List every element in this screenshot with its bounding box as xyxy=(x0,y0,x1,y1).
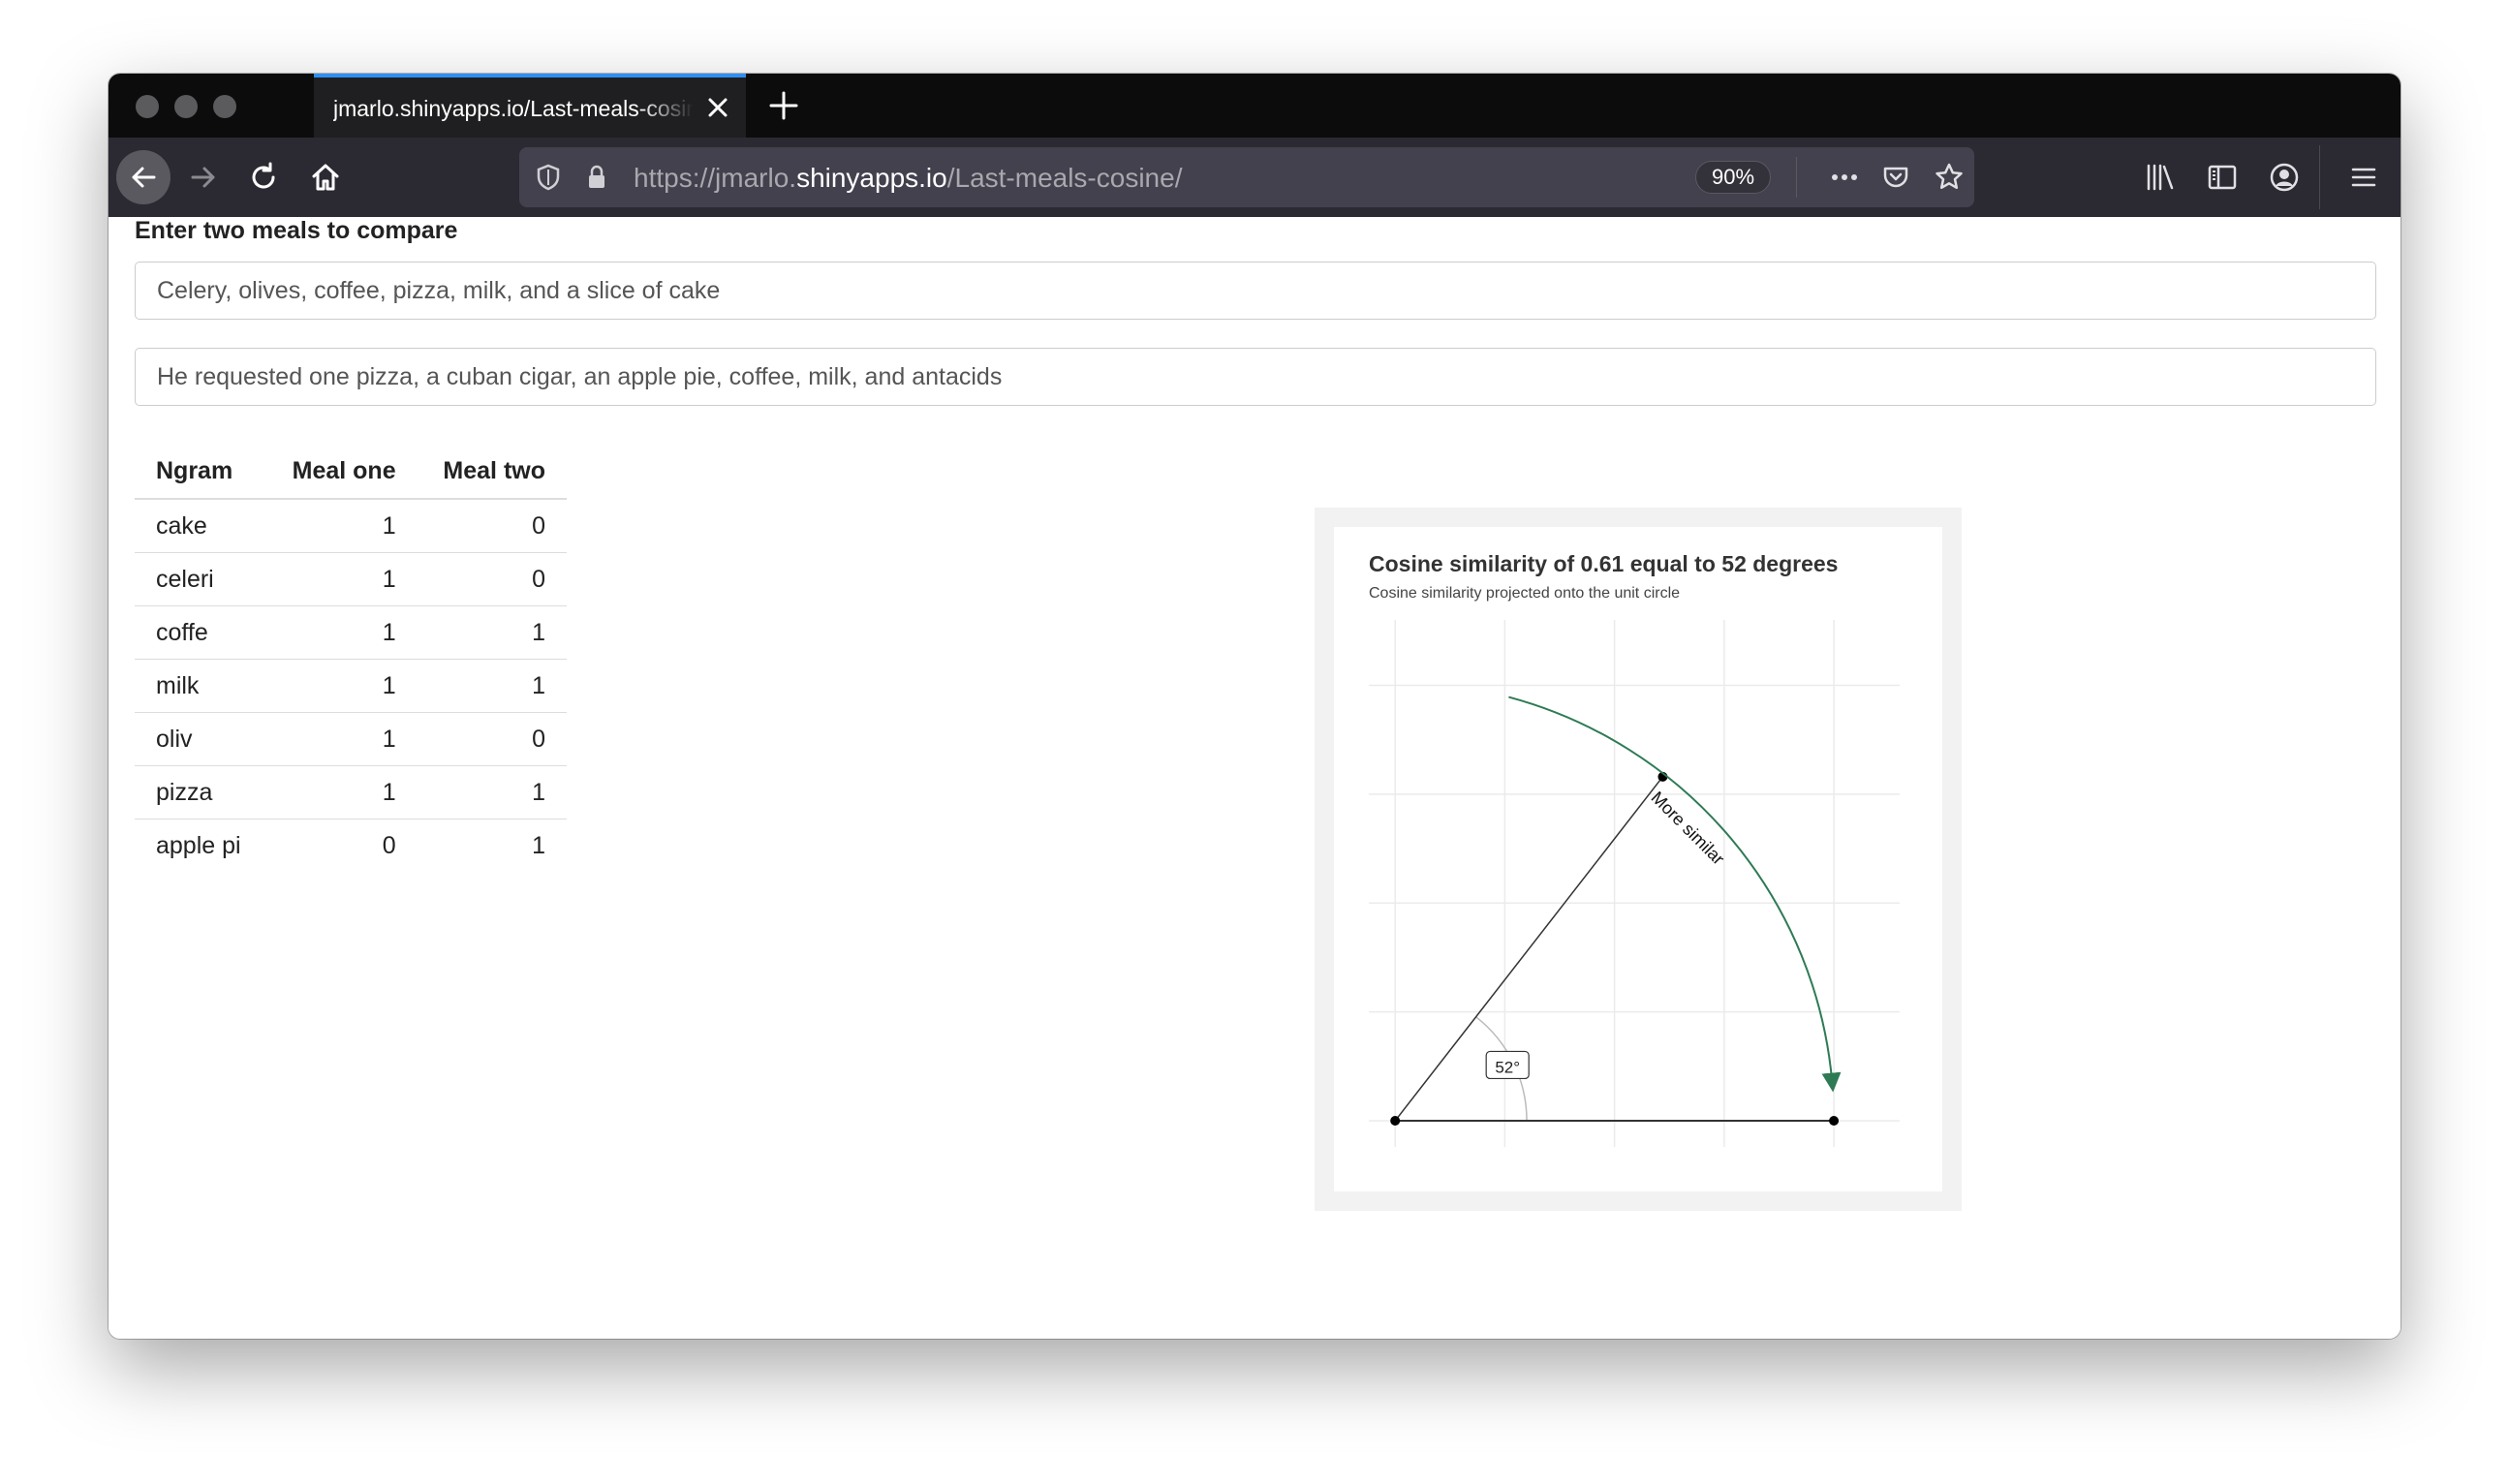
forward-button[interactable] xyxy=(176,150,231,204)
ngram-cell: coffe xyxy=(135,605,266,660)
hamburger-menu-icon[interactable] xyxy=(2346,160,2381,195)
meal-one-input[interactable] xyxy=(135,262,2376,320)
plot-title: Cosine similarity of 0.61 equal to 52 de… xyxy=(1369,551,1838,576)
zoom-window-button[interactable] xyxy=(213,95,236,118)
angle-label: 52° xyxy=(1495,1058,1520,1076)
home-icon xyxy=(312,164,339,191)
tab-title: jmarlo.shinyapps.io/Last-meals-cosine/ xyxy=(333,96,694,121)
origin-point xyxy=(1390,1116,1401,1127)
meal-one-count: 1 xyxy=(265,552,418,606)
meal-two-count: 1 xyxy=(532,831,545,859)
plot-frame: Cosine similarity of 0.61 equal to 52 de… xyxy=(1315,508,1962,1211)
ngram-table: Ngram Meal one Meal two cake 1 0 celeri … xyxy=(135,444,567,872)
more-similar-arrow xyxy=(1508,696,1842,1093)
meal-one-count: 1 xyxy=(265,499,418,553)
close-window-button[interactable] xyxy=(136,95,159,118)
shield-icon[interactable] xyxy=(533,162,564,193)
plot-grid xyxy=(1369,620,1900,1147)
meal-one-count: 1 xyxy=(265,765,418,819)
url-host: shinyapps.io xyxy=(796,163,947,193)
column-header-meal-one: Meal one xyxy=(265,444,418,500)
back-button[interactable] xyxy=(116,150,170,204)
toolbar-divider xyxy=(2319,145,2320,209)
meal-two-count: 1 xyxy=(417,659,567,713)
column-header-ngram: Ngram xyxy=(135,444,266,500)
ngram-cell: milk xyxy=(135,659,266,713)
url-prefix: https://jmarlo. xyxy=(634,163,797,193)
lock-icon[interactable] xyxy=(581,162,612,193)
reload-icon xyxy=(252,162,275,189)
more-similar-label: More similar xyxy=(1648,788,1728,868)
url-path: /Last-meals-cosine/ xyxy=(946,163,1183,193)
new-tab-icon[interactable] xyxy=(763,85,804,126)
meal-one-point xyxy=(1829,1116,1840,1127)
ngram-cell: celeri xyxy=(135,552,266,606)
minimize-window-button[interactable] xyxy=(174,95,198,118)
meal-two-count: 0 xyxy=(417,712,567,766)
meal-one-count: 1 xyxy=(265,712,418,766)
arrow-right-icon xyxy=(191,167,215,188)
bookmark-star-icon[interactable] xyxy=(1932,160,1967,195)
cosine-similarity-plot: Cosine similarity of 0.61 equal to 52 de… xyxy=(1369,551,1900,1147)
meal-one-count: 0 xyxy=(382,831,396,859)
reload-button[interactable] xyxy=(236,150,291,204)
page-content: Enter two meals to compare Ngram Meal on… xyxy=(108,217,2401,1339)
table-row: celeri 1 0 xyxy=(135,552,567,606)
browser-window: jmarlo.shinyapps.io/Last-meals-cosine/ h… xyxy=(108,74,2401,1339)
table-row: apple pi 0 1 xyxy=(135,819,567,873)
ngram-cell: apple pi xyxy=(156,831,241,859)
table-row: cake 1 0 xyxy=(135,499,567,553)
tab-strip: jmarlo.shinyapps.io/Last-meals-cosine/ xyxy=(108,74,2401,138)
tab-active[interactable]: jmarlo.shinyapps.io/Last-meals-cosine/ xyxy=(314,74,746,138)
meal-two-input[interactable] xyxy=(135,348,2376,406)
meal-one-count: 1 xyxy=(265,659,418,713)
ngram-cell: oliv xyxy=(135,712,266,766)
sidebar-icon[interactable] xyxy=(2205,160,2240,195)
zoom-level-button[interactable]: 90% xyxy=(1695,161,1771,194)
page-heading: Enter two meals to compare xyxy=(135,217,458,244)
close-tab-icon[interactable] xyxy=(701,91,734,124)
url-divider xyxy=(1796,157,1797,198)
table-row: pizza 1 1 xyxy=(135,765,567,819)
pocket-icon[interactable] xyxy=(1879,161,1912,194)
more-actions-icon[interactable] xyxy=(1827,162,1862,193)
ngram-cell: cake xyxy=(135,499,266,553)
meal-two-count: 1 xyxy=(417,605,567,660)
navigation-toolbar: https://jmarlo.shinyapps.io/Last-meals-c… xyxy=(108,138,2401,217)
home-button[interactable] xyxy=(298,150,353,204)
arrow-left-icon xyxy=(132,167,156,188)
address-bar[interactable]: https://jmarlo.shinyapps.io/Last-meals-c… xyxy=(519,147,1974,207)
url-text: https://jmarlo.shinyapps.io/Last-meals-c… xyxy=(634,163,1182,194)
table-row: milk 1 1 xyxy=(135,659,567,713)
table-row: coffe 1 1 xyxy=(135,605,567,660)
ngram-cell: pizza xyxy=(135,765,266,819)
library-icon[interactable] xyxy=(2143,160,2178,195)
meal-one-count: 1 xyxy=(265,605,418,660)
meal-two-count: 0 xyxy=(417,552,567,606)
account-icon[interactable] xyxy=(2267,160,2302,195)
table-header-row: Ngram Meal one Meal two xyxy=(135,444,567,500)
plot-panel: Cosine similarity of 0.61 equal to 52 de… xyxy=(1334,527,1942,1191)
meal-two-count: 0 xyxy=(417,499,567,553)
plot-subtitle: Cosine similarity projected onto the uni… xyxy=(1369,585,1680,602)
meal-two-count: 1 xyxy=(417,765,567,819)
table-row: oliv 1 0 xyxy=(135,712,567,766)
column-header-meal-two: Meal two xyxy=(417,444,567,500)
